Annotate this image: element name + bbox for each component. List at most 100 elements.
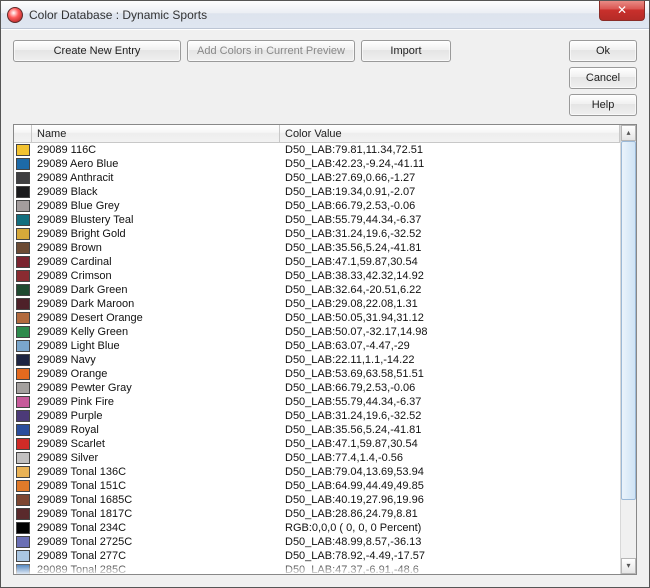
- scroll-track[interactable]: [621, 141, 636, 558]
- color-name-cell[interactable]: 29089 Black: [32, 185, 280, 199]
- color-swatch[interactable]: [14, 381, 32, 395]
- color-value-cell[interactable]: D50_LAB:63.07,-4.47,-29: [280, 339, 620, 353]
- color-name-cell[interactable]: 29089 Navy: [32, 353, 280, 367]
- color-value-cell[interactable]: D50_LAB:27.69,0.66,-1.27: [280, 171, 620, 185]
- color-swatch[interactable]: [14, 423, 32, 437]
- color-value-cell[interactable]: D50_LAB:64.99,44.49,49.85: [280, 479, 620, 493]
- color-value-cell[interactable]: D50_LAB:47.37,-6.91,-48.6: [280, 563, 620, 574]
- color-swatch[interactable]: [14, 437, 32, 451]
- color-swatch[interactable]: [14, 493, 32, 507]
- color-value-cell[interactable]: D50_LAB:32.64,-20.51,6.22: [280, 283, 620, 297]
- color-value-cell[interactable]: D50_LAB:48.99,8.57,-36.13: [280, 535, 620, 549]
- color-name-cell[interactable]: 29089 Tonal 2725C: [32, 535, 280, 549]
- color-value-cell[interactable]: D50_LAB:31.24,19.6,-32.52: [280, 227, 620, 241]
- color-name-cell[interactable]: 29089 Blue Grey: [32, 199, 280, 213]
- color-value-cell[interactable]: RGB:0,0,0 ( 0, 0, 0 Percent): [280, 521, 620, 535]
- color-value-cell[interactable]: D50_LAB:28.86,24.79,8.81: [280, 507, 620, 521]
- color-name-cell[interactable]: 29089 116C: [32, 143, 280, 157]
- color-swatch[interactable]: [14, 199, 32, 213]
- color-swatch[interactable]: [14, 227, 32, 241]
- color-name-cell[interactable]: 29089 Scarlet: [32, 437, 280, 451]
- color-name-cell[interactable]: 29089 Brown: [32, 241, 280, 255]
- color-name-cell[interactable]: 29089 Tonal 234C: [32, 521, 280, 535]
- color-value-cell[interactable]: D50_LAB:38.33,42.32,14.92: [280, 269, 620, 283]
- color-name-cell[interactable]: 29089 Purple: [32, 409, 280, 423]
- color-swatch[interactable]: [14, 409, 32, 423]
- color-name-cell[interactable]: 29089 Desert Orange: [32, 311, 280, 325]
- color-name-cell[interactable]: 29089 Pewter Gray: [32, 381, 280, 395]
- import-button[interactable]: Import: [361, 40, 451, 62]
- color-swatch[interactable]: [14, 367, 32, 381]
- color-swatch[interactable]: [14, 549, 32, 563]
- color-value-cell[interactable]: D50_LAB:31.24,19.6,-32.52: [280, 409, 620, 423]
- color-name-cell[interactable]: 29089 Tonal 1685C: [32, 493, 280, 507]
- column-header-name[interactable]: Name: [32, 125, 280, 143]
- color-value-cell[interactable]: D50_LAB:55.79,44.34,-6.37: [280, 395, 620, 409]
- color-value-cell[interactable]: D50_LAB:66.79,2.53,-0.06: [280, 199, 620, 213]
- color-name-cell[interactable]: 29089 Orange: [32, 367, 280, 381]
- color-swatch[interactable]: [14, 339, 32, 353]
- color-value-cell[interactable]: D50_LAB:66.79,2.53,-0.06: [280, 381, 620, 395]
- color-name-cell[interactable]: 29089 Tonal 136C: [32, 465, 280, 479]
- color-name-cell[interactable]: 29089 Dark Maroon: [32, 297, 280, 311]
- color-value-cell[interactable]: D50_LAB:79.81,11.34,72.51: [280, 143, 620, 157]
- scroll-thumb[interactable]: [621, 141, 636, 500]
- color-name-cell[interactable]: 29089 Silver: [32, 451, 280, 465]
- color-value-cell[interactable]: D50_LAB:19.34,0.91,-2.07: [280, 185, 620, 199]
- color-swatch[interactable]: [14, 563, 32, 574]
- color-name-cell[interactable]: 29089 Bright Gold: [32, 227, 280, 241]
- color-swatch[interactable]: [14, 353, 32, 367]
- scroll-up-arrow-icon[interactable]: ▴: [621, 125, 636, 141]
- color-swatch[interactable]: [14, 185, 32, 199]
- color-swatch[interactable]: [14, 255, 32, 269]
- color-swatch[interactable]: [14, 325, 32, 339]
- vertical-scrollbar[interactable]: ▴ ▾: [620, 125, 636, 574]
- color-name-cell[interactable]: 29089 Crimson: [32, 269, 280, 283]
- color-swatch[interactable]: [14, 479, 32, 493]
- color-name-cell[interactable]: 29089 Tonal 1817C: [32, 507, 280, 521]
- color-swatch[interactable]: [14, 171, 32, 185]
- color-value-cell[interactable]: D50_LAB:78.92,-4.49,-17.57: [280, 549, 620, 563]
- cancel-button[interactable]: Cancel: [569, 67, 637, 89]
- color-name-cell[interactable]: 29089 Light Blue: [32, 339, 280, 353]
- color-swatch[interactable]: [14, 311, 32, 325]
- color-name-cell[interactable]: 29089 Blustery Teal: [32, 213, 280, 227]
- color-value-cell[interactable]: D50_LAB:35.56,5.24,-41.81: [280, 241, 620, 255]
- color-name-cell[interactable]: 29089 Pink Fire: [32, 395, 280, 409]
- color-swatch[interactable]: [14, 283, 32, 297]
- color-swatch[interactable]: [14, 269, 32, 283]
- color-value-cell[interactable]: D50_LAB:50.05,31.94,31.12: [280, 311, 620, 325]
- color-value-cell[interactable]: D50_LAB:77.4,1.4,-0.56: [280, 451, 620, 465]
- color-value-cell[interactable]: D50_LAB:29.08,22.08,1.31: [280, 297, 620, 311]
- color-value-cell[interactable]: D50_LAB:47.1,59.87,30.54: [280, 255, 620, 269]
- color-swatch[interactable]: [14, 507, 32, 521]
- help-button[interactable]: Help: [569, 94, 637, 116]
- color-value-cell[interactable]: D50_LAB:55.79,44.34,-6.37: [280, 213, 620, 227]
- column-header-value[interactable]: Color Value: [280, 125, 620, 143]
- color-swatch[interactable]: [14, 535, 32, 549]
- color-value-cell[interactable]: D50_LAB:42.23,-9.24,-41.11: [280, 157, 620, 171]
- color-swatch[interactable]: [14, 521, 32, 535]
- ok-button[interactable]: Ok: [569, 40, 637, 62]
- color-swatch[interactable]: [14, 297, 32, 311]
- color-name-cell[interactable]: 29089 Cardinal: [32, 255, 280, 269]
- color-value-cell[interactable]: D50_LAB:22.11,1.1,-14.22: [280, 353, 620, 367]
- column-header-swatch[interactable]: [14, 125, 32, 143]
- color-swatch[interactable]: [14, 157, 32, 171]
- color-value-cell[interactable]: D50_LAB:79.04,13.69,53.94: [280, 465, 620, 479]
- color-name-cell[interactable]: 29089 Tonal 151C: [32, 479, 280, 493]
- color-swatch[interactable]: [14, 465, 32, 479]
- color-name-cell[interactable]: 29089 Kelly Green: [32, 325, 280, 339]
- color-name-cell[interactable]: 29089 Dark Green: [32, 283, 280, 297]
- color-name-cell[interactable]: 29089 Aero Blue: [32, 157, 280, 171]
- color-name-cell[interactable]: 29089 Tonal 285C: [32, 563, 280, 574]
- color-name-cell[interactable]: 29089 Royal: [32, 423, 280, 437]
- color-value-cell[interactable]: D50_LAB:47.1,59.87,30.54: [280, 437, 620, 451]
- create-new-entry-button[interactable]: Create New Entry: [13, 40, 181, 62]
- color-value-cell[interactable]: D50_LAB:35.56,5.24,-41.81: [280, 423, 620, 437]
- color-name-cell[interactable]: 29089 Tonal 277C: [32, 549, 280, 563]
- color-swatch[interactable]: [14, 395, 32, 409]
- color-swatch[interactable]: [14, 451, 32, 465]
- color-value-cell[interactable]: D50_LAB:40.19,27.96,19.96: [280, 493, 620, 507]
- window-close-button[interactable]: ✕: [599, 1, 645, 21]
